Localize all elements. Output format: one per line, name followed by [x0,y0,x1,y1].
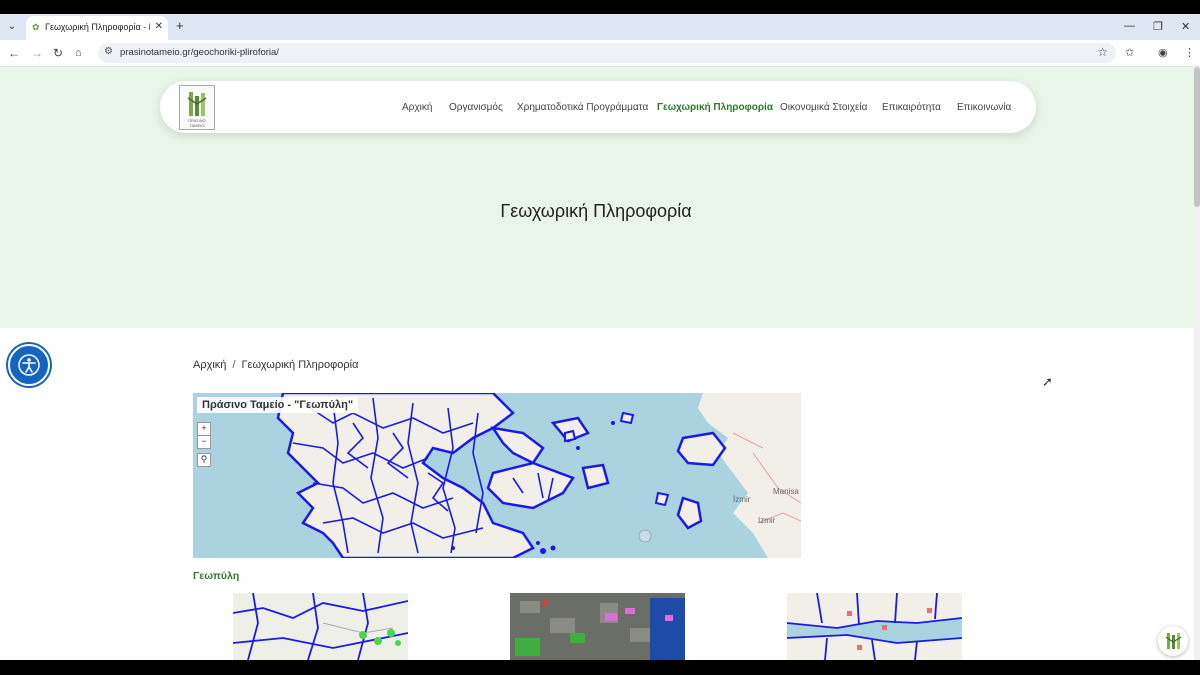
scrollbar-thumb[interactable] [1194,67,1200,207]
profile-icon[interactable]: ◉ [1158,46,1168,59]
nav-financial[interactable]: Οικονομικά Στοιχεία [780,102,867,113]
more-menu-icon[interactable]: ⋮ [1184,46,1195,59]
nav-organization[interactable]: Οργανισμός [449,102,503,113]
map-title: Πράσινο Ταμείο - "Γεωπύλη" [197,397,359,413]
new-tab-icon[interactable]: + [176,19,184,33]
bookmark-star-icon[interactable]: ☆ [1097,45,1108,59]
map-canvas [276,393,801,558]
floating-logo-button[interactable] [1158,626,1188,656]
map-label-izmir: Izmir [758,516,776,525]
logo-tree-icon [187,92,207,116]
site-info-icon[interactable]: ⚙ [104,46,113,57]
tab-title: Γεωχωρική Πληροφορία - Πρ [45,22,150,32]
site-logo[interactable]: ΠΡΑΣΙΝΟ ΤΑΜΕΙΟ [179,85,215,130]
nav-funding-programs[interactable]: Χρηματοδοτικά Προγράμματα [517,102,648,113]
thumbnail-map-2-image [510,593,685,660]
nav-contact[interactable]: Επικοινωνία [957,102,1011,113]
thumbnail-map-3-image [787,593,962,660]
breadcrumb: Αρχική / Γεωχωρική Πληροφορία [193,359,358,371]
restore-icon[interactable]: ❐ [1153,20,1163,33]
browser-toolbar: ← → ↻ ⌂ ⚙ prasinotameio.gr/geochoriki-pl… [0,40,1200,67]
map-label-manisa: Manisa [773,487,799,496]
accessibility-icon [18,354,40,376]
extensions-icon[interactable]: ✩ [1125,46,1134,59]
favicon-icon: ✿ [32,22,40,32]
breadcrumb-home[interactable]: Αρχική [193,359,226,371]
tab-list-icon[interactable]: ⌄ [4,19,20,35]
thumbnail-map-3[interactable] [787,593,962,660]
binoculars-icon[interactable]: ⚲ [197,453,211,467]
geoportal-map[interactable]: Πράσινο Ταμείο - "Γεωπύλη" + − ⚲ Manisa … [193,393,801,558]
breadcrumb-separator: / [232,359,236,371]
breadcrumb-current: Γεωχωρική Πληροφορία [241,359,359,371]
page-title: Γεωχωρική Πληροφορία [500,201,692,221]
site-navbar: ΠΡΑΣΙΝΟ ΤΑΜΕΙΟ Αρχική Οργανισμός Χρηματο… [160,81,1036,133]
section-label-geoportal: Γεωπύλη [193,570,240,582]
thumbnail-map-1[interactable] [233,593,408,660]
forward-icon[interactable]: → [31,46,43,60]
nav-geospatial[interactable]: Γεωχωρική Πληροφορία [657,102,773,113]
zoom-in-button[interactable]: + [197,422,211,436]
mouse-cursor-icon: ➚ [1042,374,1053,389]
thumbnail-map-2[interactable] [510,593,685,660]
nav-news[interactable]: Επικαιρότητα [882,102,941,113]
zoom-out-button[interactable]: − [197,435,211,449]
tree-logo-icon [1165,633,1182,649]
minimize-icon[interactable]: — [1124,20,1135,32]
address-bar[interactable]: ⚙ prasinotameio.gr/geochoriki-pliroforia… [98,43,1116,63]
page-scrollbar[interactable] [1194,67,1200,660]
nav-home[interactable]: Αρχική [402,102,432,113]
accessibility-button[interactable] [8,344,50,386]
back-icon[interactable]: ← [8,46,20,60]
thumbnail-map-1-image [233,593,408,660]
url-text: prasinotameio.gr/geochoriki-pliroforia/ [120,47,279,58]
tab-bar: ⌄ ✿ Γεωχωρική Πληροφορία - Πρ ✕ + — ❐ ✕ [0,14,1200,40]
hero-section: ΠΡΑΣΙΝΟ ΤΑΜΕΙΟ Αρχική Οργανισμός Χρηματο… [0,67,1200,328]
close-icon[interactable]: ✕ [155,21,163,32]
reload-icon[interactable]: ↻ [53,46,63,60]
web-page: ΠΡΑΣΙΝΟ ΤΑΜΕΙΟ Αρχική Οργανισμός Χρηματο… [0,67,1200,660]
browser-tab[interactable]: ✿ Γεωχωρική Πληροφορία - Πρ ✕ [26,16,168,40]
home-icon[interactable]: ⌂ [75,46,82,60]
logo-text: ΠΡΑΣΙΝΟ ΤΑΜΕΙΟ [188,118,206,128]
map-label-izmir-2: İzmir [733,495,751,504]
browser-window: ⌄ ✿ Γεωχωρική Πληροφορία - Πρ ✕ + — ❐ ✕ … [0,14,1200,660]
window-close-icon[interactable]: ✕ [1181,20,1190,33]
